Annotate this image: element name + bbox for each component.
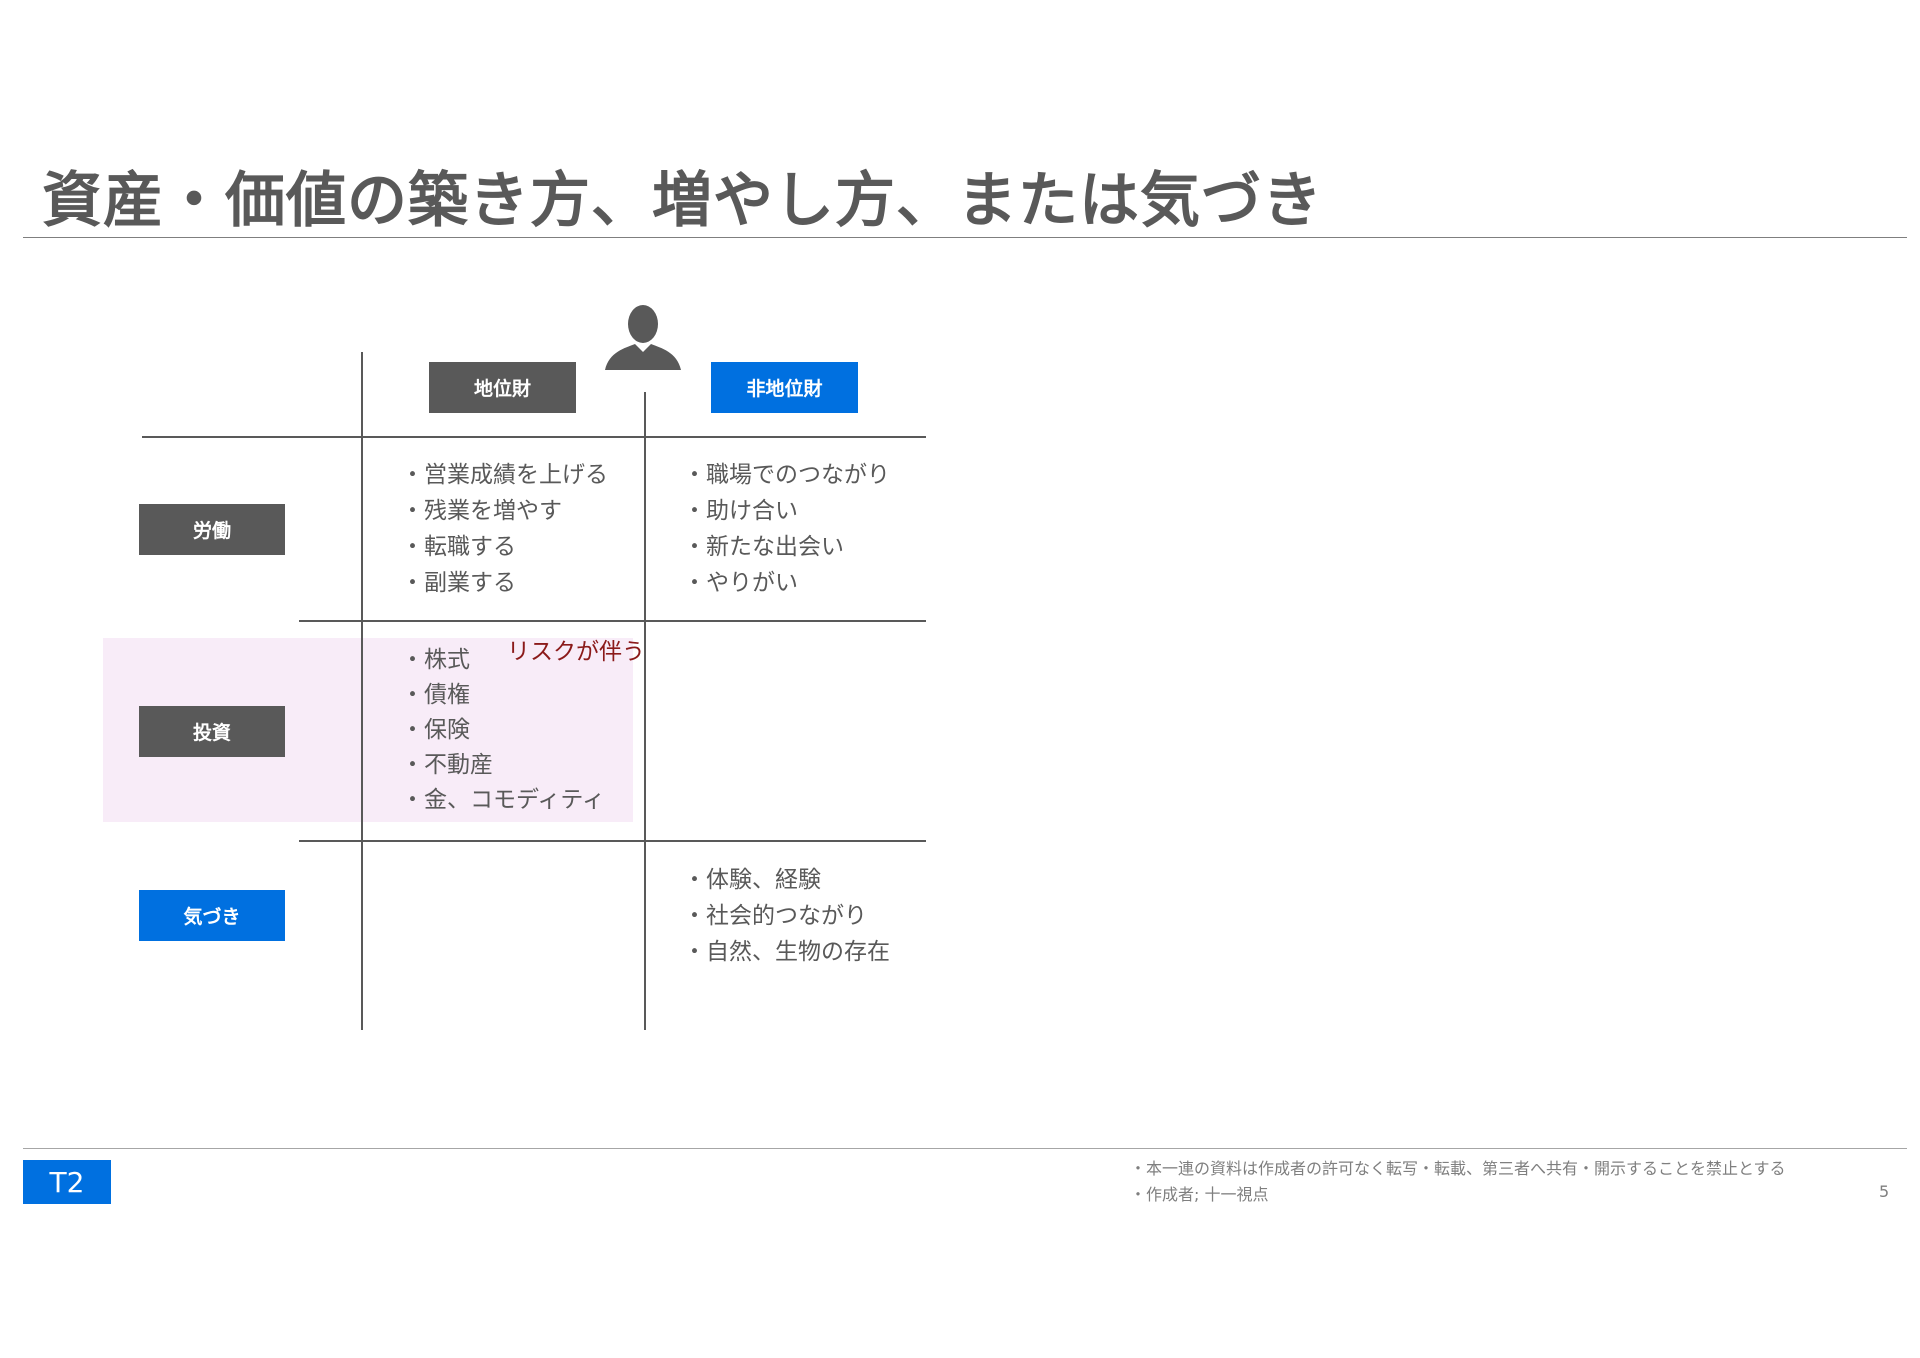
page-title: 資産・価値の築き方、増やし方、または気づき xyxy=(42,166,1323,236)
person-silhouette-icon xyxy=(605,305,681,370)
list-item: ・転職する xyxy=(401,534,516,560)
list-item: ・債権 xyxy=(401,682,470,708)
grid-hline-row2 xyxy=(299,840,926,842)
list-item: ・営業成績を上げる xyxy=(401,462,608,488)
list-item: ・新たな出会い xyxy=(683,534,844,560)
risk-note: リスクが伴う xyxy=(507,639,645,665)
list-item: ・体験、経験 xyxy=(683,867,821,893)
row-label-investment: 投資 xyxy=(139,706,285,757)
list-item: ・金、コモディティ xyxy=(401,787,606,813)
list-item: ・自然、生物の存在 xyxy=(683,939,890,965)
row-label-labor: 労働 xyxy=(139,504,285,555)
title-divider xyxy=(23,237,1907,238)
notice-line: ・本一連の資料は作成者の許可なく転写・転載、第三者へ共有・開示することを禁止とす… xyxy=(1130,1159,1786,1178)
row-label-awareness: 気づき xyxy=(139,890,285,941)
column-header-positional: 地位財 xyxy=(429,362,576,413)
list-item: ・不動産 xyxy=(401,752,493,778)
grid-vline-left xyxy=(361,352,363,1030)
cell-awareness-non-positional: ・体験、経験 ・社会的つながり ・自然、生物の存在 xyxy=(683,862,890,970)
list-item: ・保険 xyxy=(401,717,470,743)
footer-notice: ・本一連の資料は作成者の許可なく転写・転載、第三者へ共有・開示することを禁止とす… xyxy=(1130,1156,1786,1208)
cell-labor-non-positional: ・職場でのつながり ・助け合い ・新たな出会い ・やりがい xyxy=(683,457,890,601)
list-item: ・助け合い xyxy=(683,498,798,524)
column-header-non-positional: 非地位財 xyxy=(711,362,858,413)
notice-line: ・作成者; 十一視点 xyxy=(1130,1185,1269,1204)
list-item: ・残業を増やす xyxy=(401,498,562,524)
grid-hline-row1 xyxy=(299,620,926,622)
cell-investment-positional: ・株式 ・債権 ・保険 ・不動産 ・金、コモディティ xyxy=(401,643,605,818)
grid-hline-header xyxy=(142,436,926,438)
cell-labor-positional: ・営業成績を上げる ・残業を増やす ・転職する ・副業する xyxy=(401,457,608,601)
list-item: ・副業する xyxy=(401,570,516,596)
list-item: ・やりがい xyxy=(683,570,798,596)
page-number: 5 xyxy=(1879,1182,1890,1201)
footer-tag: T2 xyxy=(23,1160,111,1204)
grid-vline-right xyxy=(644,392,646,1030)
footer-divider xyxy=(23,1148,1907,1149)
list-item: ・社会的つながり xyxy=(683,903,867,929)
list-item: ・職場でのつながり xyxy=(683,462,890,488)
